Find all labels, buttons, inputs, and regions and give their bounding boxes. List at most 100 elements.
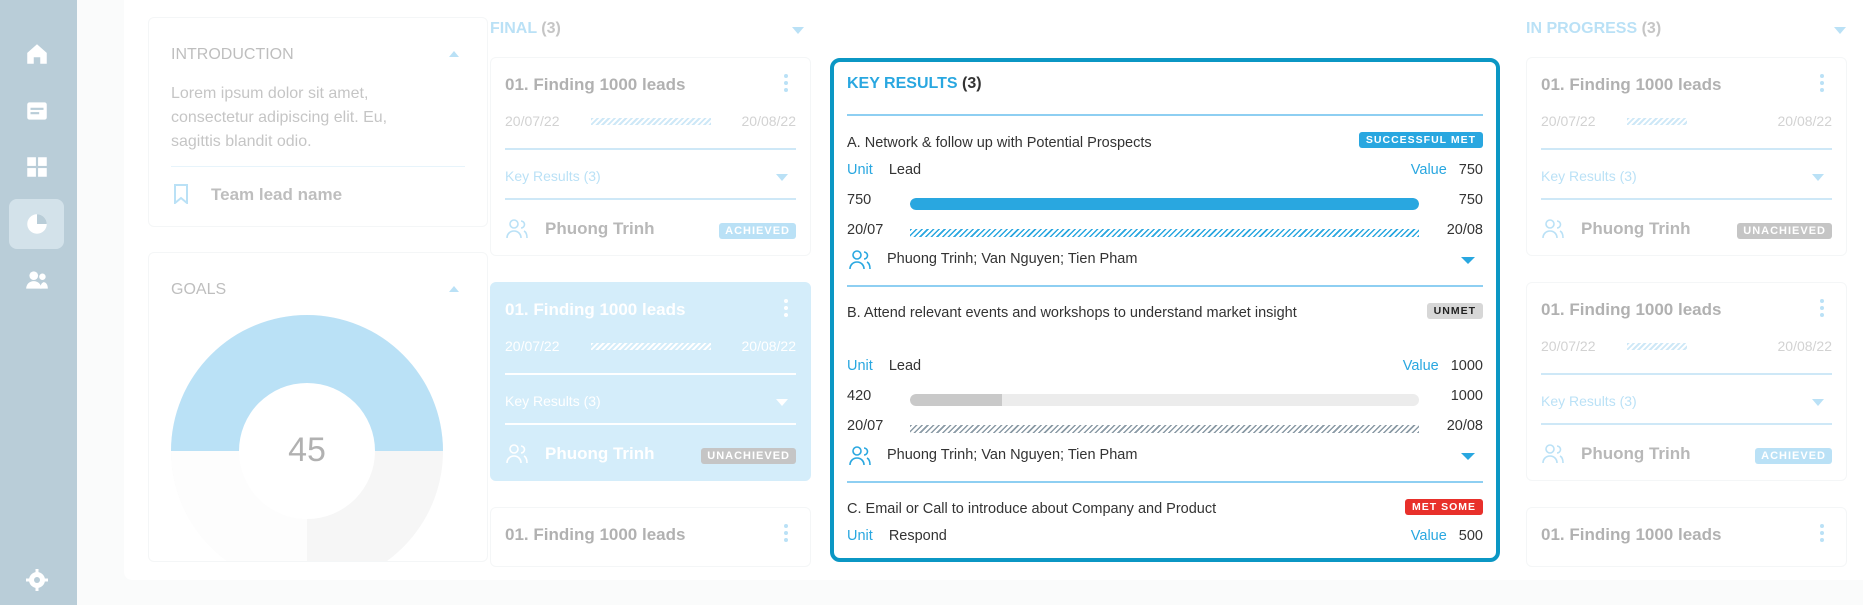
start-date: 20/07: [847, 222, 884, 238]
unit-label: Unit: [847, 358, 873, 374]
goals-value: 45: [288, 431, 326, 469]
card-title: 01. Finding 1000 leads: [505, 75, 686, 94]
unit-value-row: Unit Lead Value 1000: [847, 358, 1483, 378]
assignees: Phuong Trinh; Van Nguyen; Tien Pham: [887, 447, 1138, 463]
column-in-progress-toggle-icon[interactable]: [1834, 27, 1846, 34]
timeline-bar: [1627, 118, 1687, 125]
progress-bar: [910, 198, 1419, 210]
more-options-icon[interactable]: [784, 74, 788, 95]
card-title: 01. Finding 1000 leads: [1541, 525, 1722, 544]
chevron-down-icon[interactable]: [1812, 399, 1824, 406]
goal-card[interactable]: 01. Finding 1000 leads: [1526, 507, 1847, 567]
key-results-toggle[interactable]: Key Results (3): [505, 393, 601, 409]
goal-card[interactable]: 01. Finding 1000 leads 20/07/22 20/08/22…: [490, 57, 811, 256]
person-name: Phuong Trinh: [545, 444, 655, 463]
unit-label: Unit: [847, 528, 873, 544]
start-date: 20/07: [847, 418, 884, 434]
introduction-text: Lorem ipsum dolor sit amet, consectetur …: [171, 85, 388, 150]
start-date: 20/07/22: [505, 338, 560, 354]
value-label: Value: [1410, 528, 1447, 544]
nav-users[interactable]: [9, 255, 64, 305]
bookmark-icon: [174, 184, 188, 204]
current-value: 750: [847, 192, 872, 208]
column-final-toggle-icon[interactable]: [792, 27, 804, 34]
divider: [171, 166, 465, 167]
assignees-row[interactable]: Phuong Trinh; Van Nguyen; Tien Pham: [847, 445, 1483, 469]
collapse-goals-icon[interactable]: [449, 286, 459, 292]
card-title: 01. Finding 1000 leads: [505, 525, 686, 544]
column-in-progress-title: IN PROGRESS (3): [1526, 20, 1661, 38]
end-date: 20/08/22: [1777, 113, 1833, 129]
card-title: 01. Finding 1000 leads: [1541, 300, 1722, 319]
sidebar: [0, 0, 77, 605]
chevron-down-icon[interactable]: [1461, 453, 1475, 460]
chevron-down-icon[interactable]: [1812, 174, 1824, 181]
key-results-toggle[interactable]: Key Results (3): [1541, 168, 1637, 184]
unit-label: Unit: [847, 162, 873, 178]
divider: [1541, 373, 1832, 375]
more-options-icon[interactable]: [1820, 299, 1824, 320]
nav-dashboard[interactable]: [9, 142, 64, 192]
introduction-title: INTRODUCTION: [171, 46, 294, 63]
key-results-toggle[interactable]: Key Results (3): [505, 168, 601, 184]
nav-reports[interactable]: [9, 199, 64, 249]
chevron-down-icon[interactable]: [1461, 257, 1475, 264]
divider: [847, 285, 1483, 287]
home-icon: [26, 44, 47, 64]
end-date: 20/08/22: [741, 338, 797, 354]
progress-fill: [910, 394, 1002, 406]
assignees-row[interactable]: Phuong Trinh; Van Nguyen; Tien Pham: [847, 249, 1483, 273]
chevron-down-icon[interactable]: [776, 399, 788, 406]
divider: [505, 373, 796, 375]
assignees: Phuong Trinh; Van Nguyen; Tien Pham: [887, 251, 1138, 267]
gear-icon: [25, 569, 48, 591]
key-results-toggle[interactable]: Key Results (3): [1541, 393, 1637, 409]
end-date: 20/08: [1446, 418, 1483, 434]
value-label: Value: [1410, 162, 1447, 178]
more-options-icon[interactable]: [784, 299, 788, 320]
current-value: 420: [847, 388, 872, 404]
more-options-icon[interactable]: [1820, 74, 1824, 95]
introduction-panel: INTRODUCTION Lorem ipsum dolor sit amet,…: [148, 17, 488, 227]
pie-chart-icon: [26, 214, 47, 234]
collapse-introduction-icon[interactable]: [449, 51, 459, 57]
key-result-title: A. Network & follow up with Potential Pr…: [847, 135, 1152, 151]
key-result-title: C. Email or Call to introduce about Comp…: [847, 501, 1217, 517]
date-row: 20/07 20/08: [847, 418, 1483, 438]
card-title: 01. Finding 1000 leads: [1541, 75, 1722, 94]
status-badge: ACHIEVED: [719, 223, 796, 239]
goal-card[interactable]: 01. Finding 1000 leads 20/07/22 20/08/22…: [1526, 57, 1847, 256]
nav-home[interactable]: [9, 29, 64, 79]
end-date: 20/08: [1446, 222, 1483, 238]
divider: [505, 423, 796, 425]
divider: [847, 114, 1483, 116]
unit-value-row: Unit Respond Value 500: [847, 528, 1483, 548]
divider: [505, 148, 796, 150]
goal-card[interactable]: 01. Finding 1000 leads: [490, 507, 811, 567]
goals-title: GOALS: [171, 281, 227, 298]
nav-settings[interactable]: [9, 560, 64, 600]
people-icon: [849, 250, 871, 270]
chevron-down-icon[interactable]: [776, 174, 788, 181]
key-results-title: KEY RESULTS (3): [847, 75, 982, 93]
more-options-icon[interactable]: [784, 524, 788, 545]
value-value: 1000: [1450, 358, 1483, 374]
timeline-bar: [1627, 343, 1687, 350]
start-date: 20/07/22: [1541, 338, 1596, 354]
unit-value-row: Unit Lead Value 750: [847, 162, 1483, 182]
more-options-icon[interactable]: [1820, 524, 1824, 545]
status-badge: UNACHIEVED: [1737, 223, 1832, 239]
goals-panel: GOALS 45: [148, 252, 488, 562]
people-icon: [506, 219, 528, 239]
timeline-bar: [591, 343, 711, 350]
key-result-title: B. Attend relevant events and workshops …: [847, 305, 1297, 321]
nav-inbox[interactable]: [9, 86, 64, 136]
person-name: Phuong Trinh: [545, 219, 655, 238]
value-value: 750: [1458, 162, 1483, 178]
timeline-bar: [910, 425, 1419, 433]
inbox-icon: [26, 102, 47, 120]
goal-card[interactable]: 01. Finding 1000 leads 20/07/22 20/08/22…: [1526, 282, 1847, 481]
goal-card-selected[interactable]: 01. Finding 1000 leads 20/07/22 20/08/22…: [490, 282, 811, 481]
card-title: 01. Finding 1000 leads: [505, 300, 686, 319]
divider: [847, 481, 1483, 483]
